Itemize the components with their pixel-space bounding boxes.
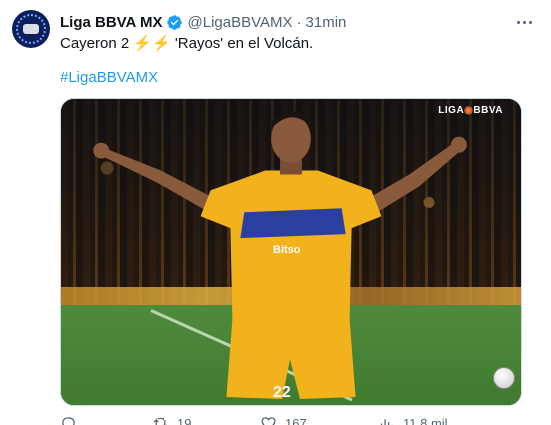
like-icon — [261, 416, 276, 425]
watermark-brand: BBVA — [473, 105, 503, 116]
liga-watermark: LIGA◉BBVA — [438, 105, 503, 116]
verified-badge-icon — [166, 14, 183, 31]
watermark-liga: LIGA — [438, 105, 465, 116]
tweet[interactable]: Liga BBVA MX @LigaBBVAMX · 31min Cayeron… — [0, 0, 551, 425]
tweet-text: Cayeron 2 ⚡⚡ 'Rayos' en el Volcán. — [60, 34, 313, 54]
action-bar: 19 167 11,8 mil — [60, 414, 530, 425]
more-icon[interactable] — [513, 12, 535, 32]
reply-button[interactable] — [60, 414, 85, 425]
hashtag-link[interactable]: #LigaBBVAMX — [60, 68, 158, 88]
timestamp[interactable]: 31min — [306, 14, 347, 31]
separator-dot: · — [296, 13, 302, 31]
views-button[interactable]: 11,8 mil — [378, 414, 448, 425]
user-handle[interactable]: @LigaBBVAMX — [188, 14, 293, 31]
tweet-image[interactable]: Bitso 22 LIGA◉BBVA — [60, 98, 522, 406]
avatar[interactable] — [12, 10, 50, 48]
retweet-count: 19 — [177, 415, 192, 425]
lightning-emoji: ⚡⚡ — [133, 35, 171, 52]
retweet-icon — [153, 417, 168, 425]
tweet-header: Liga BBVA MX @LigaBBVAMX · 31min — [60, 12, 346, 32]
liga-logo-icon — [16, 14, 46, 44]
views-icon — [380, 418, 393, 425]
retweet-button[interactable]: 19 — [152, 414, 191, 425]
jersey-text: Bitso 22 — [273, 244, 301, 401]
tweet-text-after: 'Rayos' en el Volcán. — [170, 35, 314, 52]
jersey-sponsor: Bitso — [273, 244, 301, 256]
views-count: 11,8 mil — [403, 415, 448, 425]
tweet-text-before: Cayeron 2 — [60, 35, 134, 52]
reply-icon — [62, 416, 75, 425]
like-count: 167 — [285, 415, 307, 425]
jersey-number: 22 — [273, 384, 291, 401]
display-name[interactable]: Liga BBVA MX — [60, 14, 163, 31]
like-button[interactable]: 167 — [260, 414, 307, 425]
